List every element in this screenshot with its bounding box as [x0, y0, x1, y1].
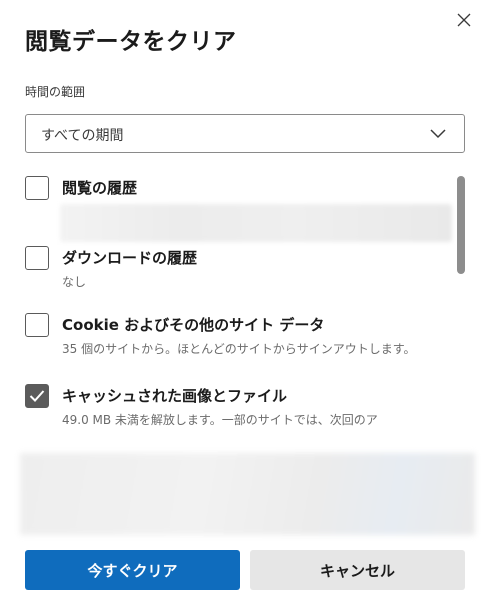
close-button[interactable] — [452, 8, 476, 32]
dialog-title: 閲覧データをクリア — [25, 29, 237, 55]
time-range-label: 時間の範囲 — [25, 85, 86, 99]
clear-browsing-data-dialog: 閲覧データをクリア 時間の範囲 すべての期間 閲覧の履歴 ダウンロードの履歴 な… — [0, 0, 490, 613]
time-range-value: すべての期間 — [41, 128, 124, 144]
list-scrollbar[interactable] — [457, 176, 465, 274]
cookies-checkbox[interactable] — [25, 313, 49, 337]
clear-now-button[interactable]: 今すぐクリア — [25, 550, 240, 590]
cache-checkbox[interactable] — [25, 384, 49, 408]
checkmark-icon — [29, 390, 45, 402]
cancel-button[interactable]: キャンセル — [250, 550, 465, 590]
time-range-select[interactable]: すべての期間 — [25, 114, 465, 153]
browsing-history-checkbox[interactable] — [25, 176, 49, 200]
close-icon — [457, 13, 471, 27]
blurred-description — [60, 204, 452, 242]
cookies-label: Cookie およびその他のサイト データ — [62, 316, 325, 334]
data-type-list: 閲覧の履歴 ダウンロードの履歴 なし Cookie およびその他のサイト データ… — [0, 168, 490, 443]
cache-label: キャッシュされた画像とファイル — [62, 387, 288, 405]
download-history-label: ダウンロードの履歴 — [62, 249, 198, 267]
chevron-down-icon — [430, 129, 446, 139]
browsing-history-label: 閲覧の履歴 — [62, 179, 138, 197]
cookies-desc: 35 個のサイトから。ほとんどのサイトからサインアウトします。 — [62, 342, 416, 356]
cache-desc: 49.0 MB 未満を解放します。一部のサイトでは、次回のア — [62, 413, 378, 427]
download-history-checkbox[interactable] — [25, 246, 49, 270]
blurred-info-panel — [20, 453, 475, 535]
download-history-desc: なし — [62, 275, 87, 289]
